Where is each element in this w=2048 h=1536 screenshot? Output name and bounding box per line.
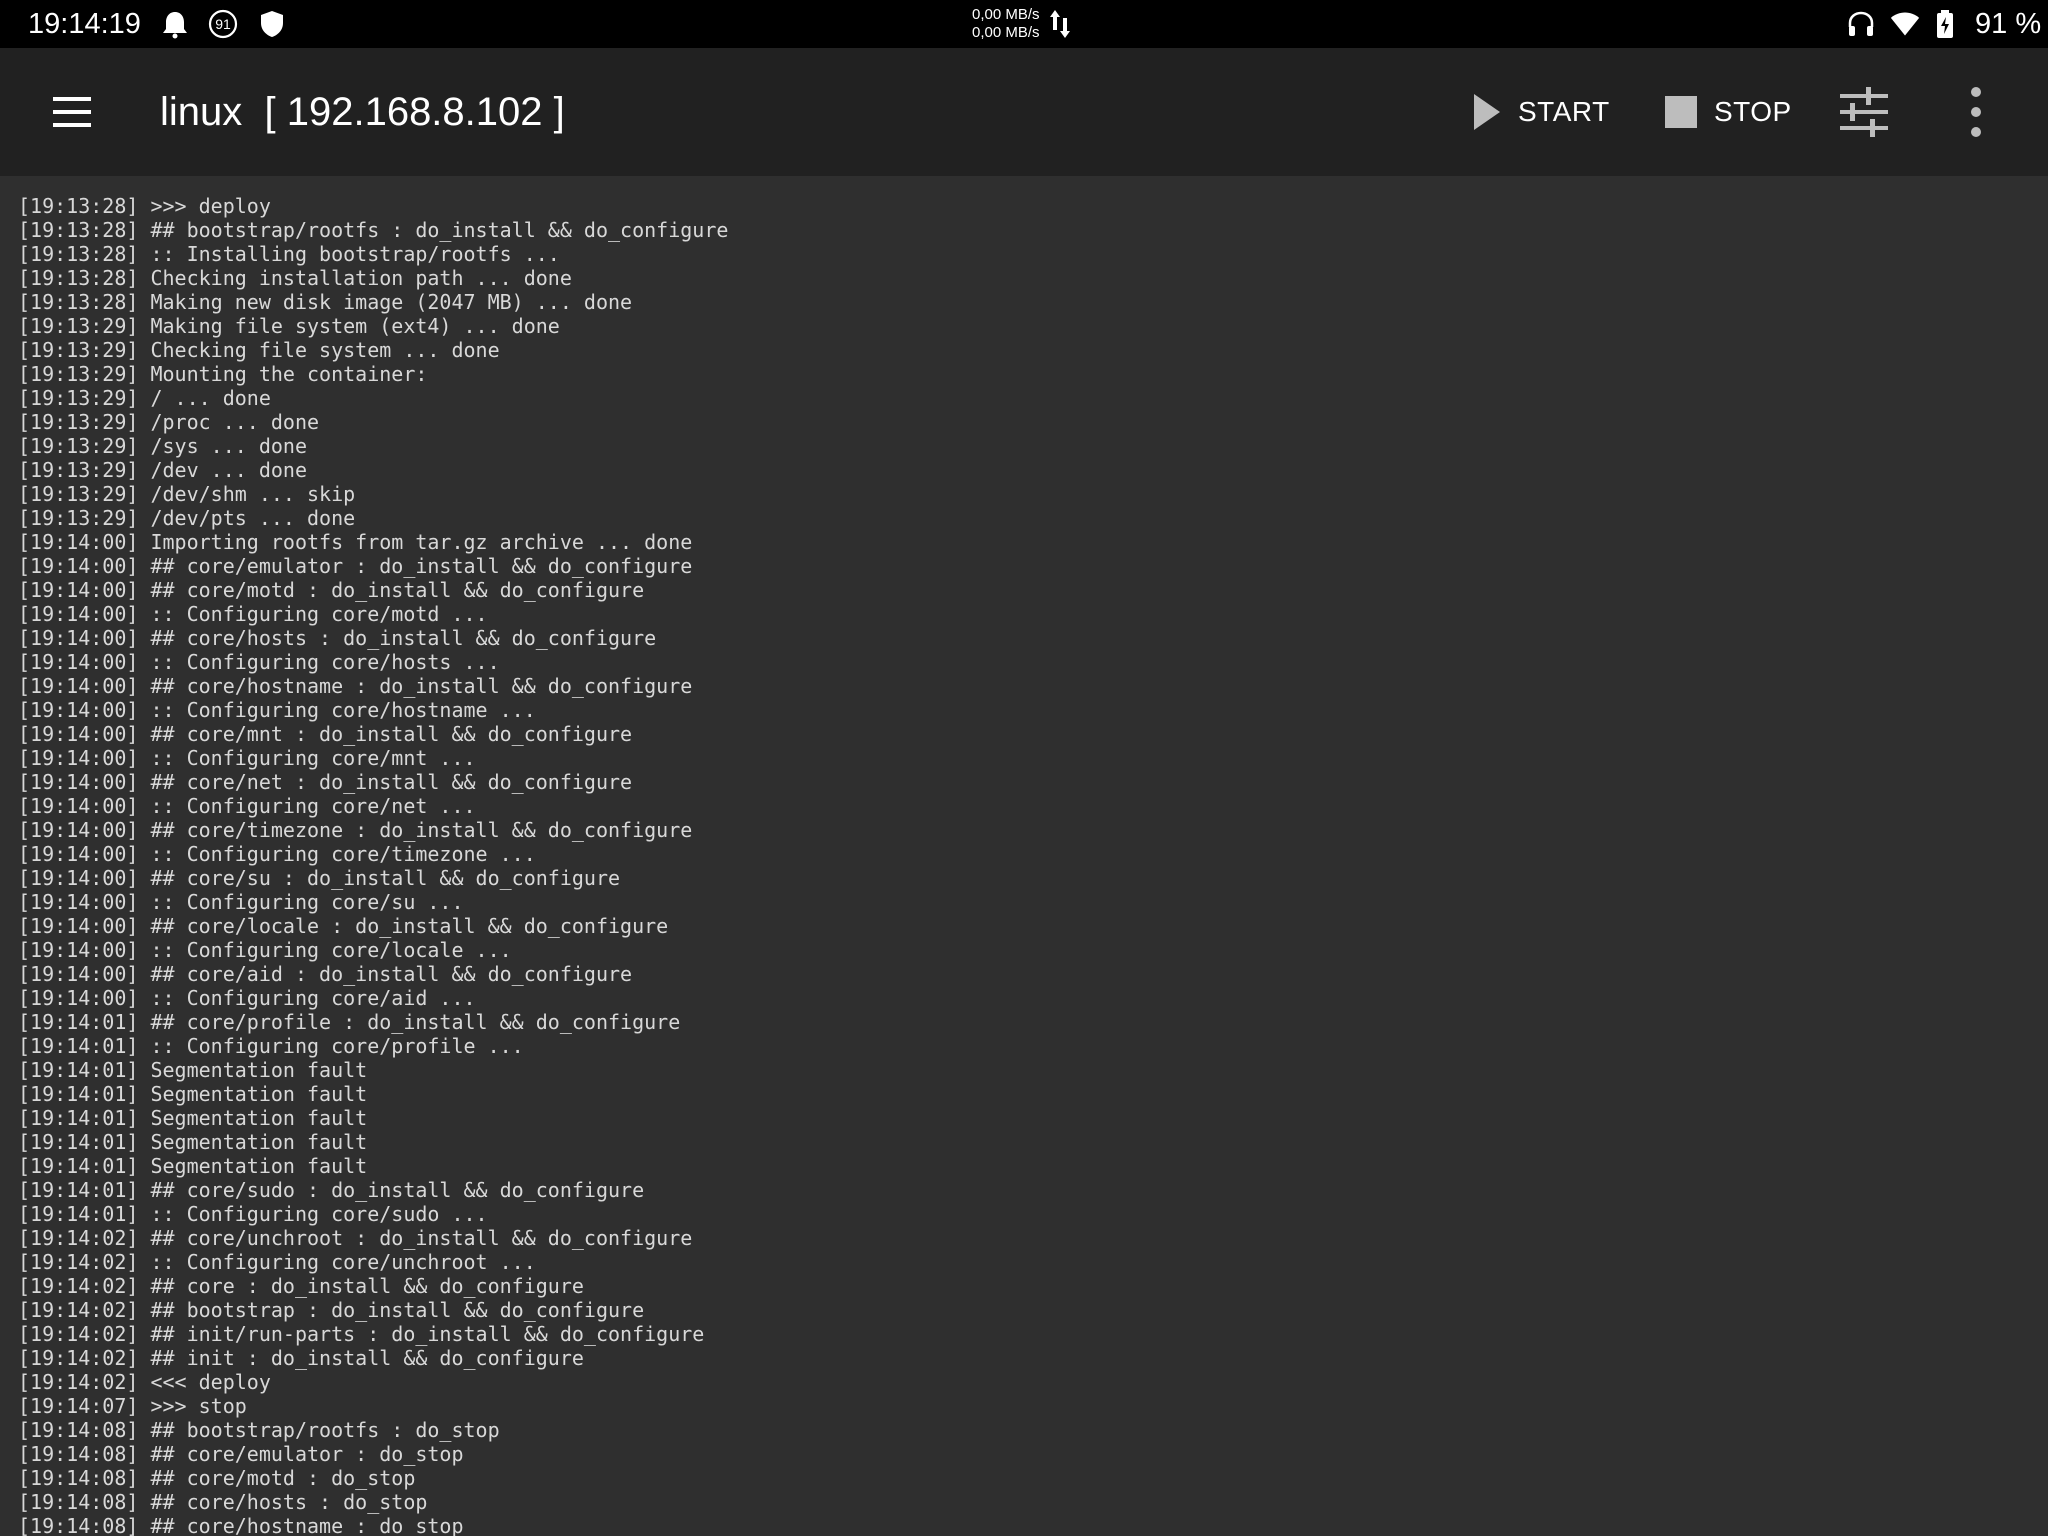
- log-line: [19:14:08] ## bootstrap/rootfs : do_stop: [18, 1418, 500, 1442]
- log-line: [19:14:00] ## core/emulator : do_install…: [18, 554, 693, 578]
- start-button[interactable]: START: [1470, 84, 1610, 140]
- log-line: [19:14:00] :: Configuring core/motd ...: [18, 602, 488, 626]
- log-line: [19:14:01] Segmentation fault: [18, 1082, 368, 1106]
- log-lines: [19:13:28] >>> deploy [19:13:28] ## boots…: [18, 194, 728, 1536]
- log-line: [19:13:28] Making new disk image (2047 M…: [18, 290, 633, 314]
- log-line: [19:14:00] ## core/hosts : do_install &&…: [18, 626, 657, 650]
- log-line: [19:14:01] Segmentation fault: [18, 1058, 368, 1082]
- log-line: [19:14:07] >>> stop: [18, 1394, 247, 1418]
- stop-button[interactable]: STOP: [1664, 84, 1792, 140]
- log-line: [19:14:00] ## core/timezone : do_install…: [18, 818, 693, 842]
- log-line: [19:14:00] :: Configuring core/hostname …: [18, 698, 536, 722]
- log-line: [19:13:28] >>> deploy: [18, 194, 271, 218]
- net-down-speed: 0,00 MB/s: [972, 24, 1040, 41]
- log-line: [19:14:08] ## core/hostname : do_stop: [18, 1514, 464, 1536]
- log-line: [19:14:00] ## core/aid : do_install && d…: [18, 962, 633, 986]
- page-title: linux [ 192.168.8.102 ]: [160, 90, 565, 134]
- log-line: [19:13:28] :: Installing bootstrap/rootf…: [18, 242, 560, 266]
- log-line: [19:14:02] ## init : do_install && do_co…: [18, 1346, 584, 1370]
- start-button-label: START: [1518, 96, 1610, 127]
- log-line: [19:14:00] ## core/mnt : do_install && d…: [18, 722, 633, 746]
- log-line: [19:13:29] /dev/shm ... skip: [18, 482, 356, 506]
- network-speed: 0,00 MB/s 0,00 MB/s: [972, 6, 1040, 42]
- log-line: [19:13:29] /dev ... done: [18, 458, 307, 482]
- wifi-icon: [1890, 12, 1920, 36]
- log-line: [19:13:28] ## bootstrap/rootfs : do_inst…: [18, 218, 729, 242]
- log-line: [19:14:00] :: Configuring core/net ...: [18, 794, 476, 818]
- play-icon: [1474, 94, 1500, 130]
- app-toolbar: linux [ 192.168.8.102 ] START STOP: [0, 48, 2048, 176]
- log-line: [19:14:08] ## core/emulator : do_stop: [18, 1442, 464, 1466]
- log-line: [19:14:00] :: Configuring core/aid ...: [18, 986, 476, 1010]
- log-line: [19:14:02] ## bootstrap : do_install && …: [18, 1298, 645, 1322]
- net-up-speed: 0,00 MB/s: [972, 6, 1040, 23]
- settings-sliders-icon[interactable]: [1836, 84, 1892, 140]
- network-arrows-icon: [1050, 10, 1070, 38]
- log-line: [19:14:01] ## core/sudo : do_install && …: [18, 1178, 645, 1202]
- log-line: [19:14:02] :: Configuring core/unchroot …: [18, 1250, 536, 1274]
- log-line: [19:14:02] <<< deploy: [18, 1370, 271, 1394]
- stop-button-label: STOP: [1714, 96, 1792, 127]
- log-output[interactable]: [19:13:28] >>> deploy [19:13:28] ## boots…: [0, 176, 2048, 1536]
- log-line: [19:13:29] /sys ... done: [18, 434, 307, 458]
- status-bar: 19:14:19 91 0,00 MB/s 0,00 MB/s 91 %: [0, 0, 2048, 48]
- menu-icon[interactable]: [36, 86, 108, 138]
- log-line: [19:14:01] Segmentation fault: [18, 1130, 368, 1154]
- log-line: [19:13:29] /proc ... done: [18, 410, 320, 434]
- log-line: [19:14:00] :: Configuring core/locale ..…: [18, 938, 512, 962]
- log-line: [19:14:01] :: Configuring core/sudo ...: [18, 1202, 488, 1226]
- log-line: [19:13:29] Making file system (ext4) ...…: [18, 314, 560, 338]
- battery-percentage: 91 %: [1975, 8, 2042, 40]
- log-line: [19:13:29] /dev/pts ... done: [18, 506, 356, 530]
- log-line: [19:13:29] Checking file system ... done: [18, 338, 500, 362]
- shield-icon: [261, 11, 283, 37]
- log-line: [19:13:28] Checking installation path ..…: [18, 266, 572, 290]
- log-line: [19:14:00] ## core/su : do_install && do…: [18, 866, 621, 890]
- battery-icon: [1937, 10, 1953, 38]
- log-line: [19:14:01] :: Configuring core/profile .…: [18, 1034, 524, 1058]
- log-line: [19:14:02] ## core : do_install && do_co…: [18, 1274, 584, 1298]
- log-line: [19:14:00] Importing rootfs from tar.gz …: [18, 530, 693, 554]
- log-line: [19:14:01] Segmentation fault: [18, 1106, 368, 1130]
- log-line: [19:14:00] ## core/hostname : do_install…: [18, 674, 693, 698]
- log-line: [19:14:08] ## core/hosts : do_stop: [18, 1490, 428, 1514]
- log-line: [19:14:00] ## core/motd : do_install && …: [18, 578, 645, 602]
- stop-square-icon: [1665, 96, 1697, 128]
- ghost-icon: [163, 12, 187, 39]
- badge-91-icon: 91: [208, 9, 238, 39]
- log-line: [19:14:02] ## core/unchroot : do_install…: [18, 1226, 693, 1250]
- log-line: [19:14:00] :: Configuring core/su ...: [18, 890, 464, 914]
- log-line: [19:14:01] ## core/profile : do_install …: [18, 1010, 681, 1034]
- log-line: [19:13:29] / ... done: [18, 386, 271, 410]
- svg-text:91: 91: [215, 16, 231, 32]
- log-line: [19:14:08] ## core/motd : do_stop: [18, 1466, 416, 1490]
- log-line: [19:14:00] ## core/locale : do_install &…: [18, 914, 669, 938]
- log-line: [19:14:02] ## init/run-parts : do_instal…: [18, 1322, 705, 1346]
- more-vertical-icon[interactable]: [1960, 84, 1992, 140]
- log-line: [19:14:00] :: Configuring core/hosts ...: [18, 650, 500, 674]
- log-line: [19:14:01] Segmentation fault: [18, 1154, 368, 1178]
- headphones-icon: [1848, 11, 1874, 36]
- log-line: [19:14:00] :: Configuring core/mnt ...: [18, 746, 476, 770]
- log-line: [19:14:00] :: Configuring core/timezone …: [18, 842, 536, 866]
- log-line: [19:14:00] ## core/net : do_install && d…: [18, 770, 633, 794]
- log-line: [19:13:29] Mounting the container:: [18, 362, 428, 386]
- status-clock: 19:14:19: [28, 8, 141, 40]
